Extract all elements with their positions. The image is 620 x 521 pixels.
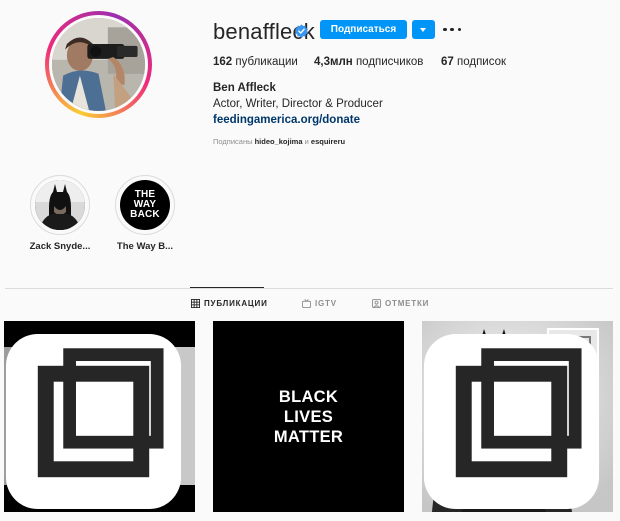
followed-by-prefix: Подписаны	[213, 137, 253, 146]
stat-followers[interactable]: 4,3млн подписчиков	[314, 56, 423, 68]
more-dot-icon	[457, 27, 461, 32]
the-way-back-cover-icon: THE WAY BACK	[120, 180, 170, 230]
more-options-button[interactable]	[443, 20, 461, 39]
post-text-image: BLACK LIVES MATTER	[213, 321, 404, 512]
suggested-accounts-dropdown-button[interactable]	[412, 20, 435, 39]
post-thumbnail[interactable]	[422, 321, 613, 512]
tab-label: IGTV	[315, 299, 337, 308]
tab-label: ОТМЕТКИ	[385, 299, 430, 308]
verified-badge-icon	[295, 24, 308, 38]
followed-by-and: и	[304, 137, 309, 146]
stat-posts-count: 162	[213, 56, 233, 68]
profile-avatar-ring[interactable]	[45, 11, 152, 118]
multi-post-icon	[5, 333, 182, 510]
stat-posts-label: публикации	[235, 56, 298, 68]
more-dot-icon	[450, 27, 454, 32]
batman-cover-icon	[35, 180, 85, 230]
highlight-ring: THE WAY BACK	[115, 175, 175, 235]
highlight-zack-snyder[interactable]: Zack Snyde...	[25, 175, 95, 252]
chevron-down-icon	[420, 28, 426, 32]
followed-by-user[interactable]: hideo_kojima	[255, 137, 303, 146]
stat-following[interactable]: 67 подписок	[441, 56, 506, 68]
stat-followers-count: 4,3млн	[314, 56, 353, 68]
highlight-label: The Way B...	[116, 241, 174, 252]
profile-full-name: Ben Affleck	[213, 82, 276, 94]
post-text-line: MATTER	[273, 427, 344, 446]
followed-by[interactable]: Подписаны hideo_kojima и esquireru	[213, 137, 345, 146]
stat-following-label: подписок	[457, 56, 507, 68]
cover-text-line: BACK	[130, 209, 160, 220]
post-thumbnail[interactable]	[4, 321, 195, 512]
post-text-line: BLACK	[278, 387, 339, 406]
multi-post-icon	[423, 333, 600, 510]
tab-label: ПУБЛИКАЦИИ	[204, 299, 268, 308]
highlight-label: Zack Snyde...	[29, 241, 91, 252]
grid-icon	[191, 299, 200, 308]
stat-following-count: 67	[441, 56, 454, 68]
more-dot-icon	[443, 27, 447, 32]
followed-by-user[interactable]: esquireru	[311, 137, 345, 146]
profile-avatar[interactable]	[49, 15, 148, 114]
profile-website-link[interactable]: feedingamerica.org/donate	[213, 114, 360, 126]
tab-igtv[interactable]: IGTV	[302, 299, 337, 308]
follow-button[interactable]: Подписаться	[320, 20, 407, 39]
highlight-ring	[30, 175, 90, 235]
highlight-the-way-back[interactable]: THE WAY BACK The Way B...	[110, 175, 180, 252]
stat-followers-label: подписчиков	[355, 56, 424, 68]
post-text-line: LIVES	[283, 407, 334, 426]
active-tab-indicator	[190, 287, 264, 288]
profile-bio: Actor, Writer, Director & Producer	[213, 98, 383, 110]
tab-posts[interactable]: ПУБЛИКАЦИИ	[191, 299, 268, 308]
stat-posts: 162 публикации	[213, 56, 298, 68]
tabs-divider	[5, 288, 613, 289]
igtv-icon	[302, 299, 311, 308]
tab-tagged[interactable]: ОТМЕТКИ	[372, 299, 429, 308]
post-thumbnail[interactable]: BLACK LIVES MATTER	[213, 321, 404, 512]
tagged-icon	[372, 299, 381, 308]
